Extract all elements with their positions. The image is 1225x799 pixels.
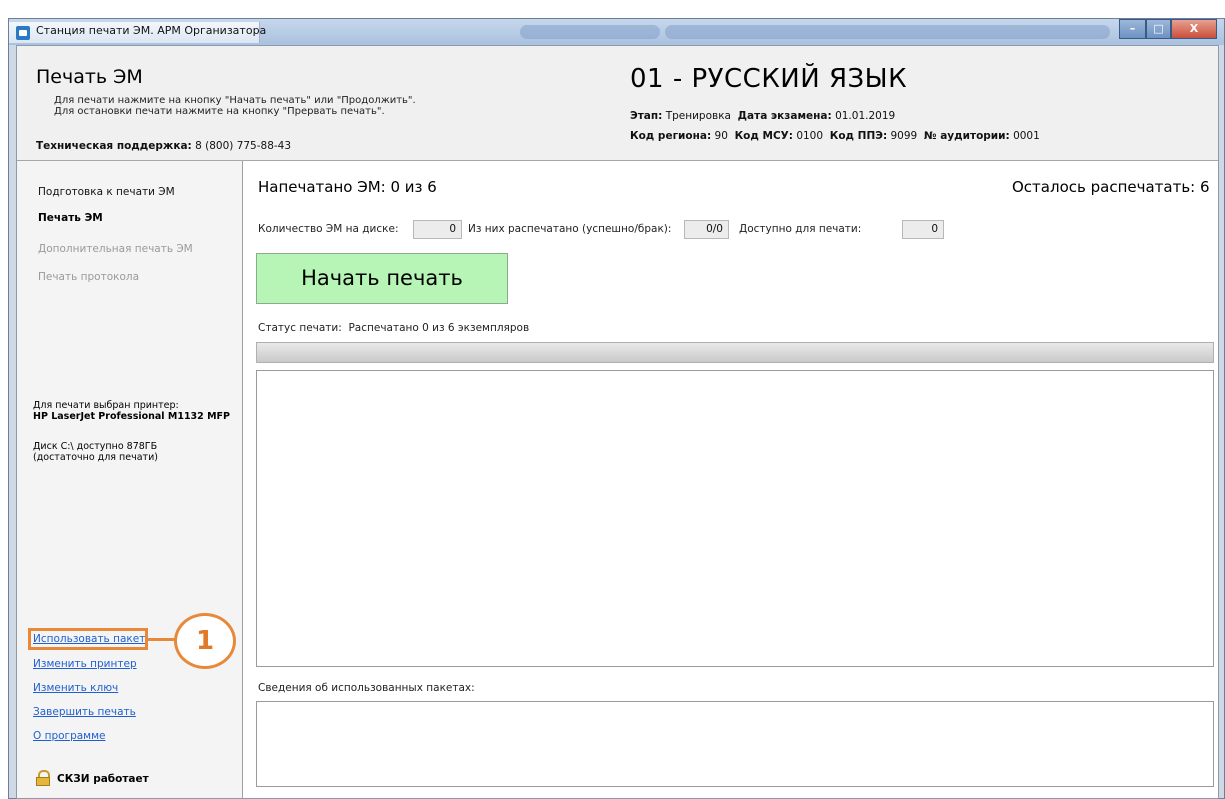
hint-stop: Для остановки печати нажмите на кнопку "… (54, 106, 385, 117)
change-key-link[interactable]: Изменить ключ (33, 682, 118, 694)
ppe-value: 9099 (890, 130, 918, 142)
nav-prepare-print[interactable]: Подготовка к печати ЭМ (38, 186, 175, 198)
callout-number-badge: 1 (174, 613, 236, 669)
subject-title: 01 - РУССКИЙ ЯЗЫК (630, 64, 908, 94)
about-link[interactable]: О программе (33, 730, 105, 742)
printed-count: Напечатано ЭМ: 0 из 6 (258, 178, 437, 196)
callout-highlight (28, 628, 148, 650)
exam-meta-row2: Код региона: 90 Код МСУ: 0100 Код ППЭ: 9… (630, 130, 1040, 142)
status-caption: Статус печати: (258, 322, 342, 334)
support-label: Техническая поддержка: (36, 140, 192, 152)
remaining-count: Осталось распечатать: 6 (1012, 178, 1210, 196)
nav-additional-print: Дополнительная печать ЭМ (38, 243, 193, 255)
printer-caption: Для печати выбран принтер: (33, 400, 179, 411)
window-controls: – □ X (1119, 19, 1219, 39)
blurred-taskbar-item (520, 25, 660, 39)
window-title: Станция печати ЭМ. АРМ Организатора (36, 24, 267, 37)
stage-value: Тренировка (665, 110, 731, 122)
region-value: 90 (714, 130, 728, 142)
blurred-taskbar-item (665, 25, 1110, 39)
print-status-label: Статус печати: Распечатано 0 из 6 экземп… (258, 322, 529, 334)
maximize-button[interactable]: □ (1146, 19, 1171, 39)
ppe-label: Код ППЭ: (829, 130, 888, 142)
minimize-button[interactable]: – (1119, 19, 1146, 39)
disk-count-field: 0 (413, 220, 462, 239)
print-log-area[interactable] (256, 370, 1214, 667)
support-phone: 8 (800) 775-88-43 (195, 140, 292, 152)
msu-value: 0100 (796, 130, 824, 142)
exam-date-label: Дата экзамена: (737, 110, 832, 122)
disk-status: (достаточно для печати) (33, 452, 158, 463)
skzi-status: СКЗИ работает (57, 773, 149, 785)
print-progress-bar (256, 342, 1214, 363)
printer-app-icon (16, 26, 30, 40)
exam-date-value: 01.01.2019 (835, 110, 896, 122)
disk-count-label: Количество ЭМ на диске: (258, 223, 399, 235)
start-print-button[interactable]: Начать печать (256, 253, 508, 304)
sidebar (17, 161, 243, 798)
stage-label: Этап: (630, 110, 663, 122)
available-label: Доступно для печати: (739, 223, 862, 235)
hint-start: Для печати нажмите на кнопку "Начать печ… (54, 95, 416, 106)
exam-meta-row1: Этап: Тренировка Дата экзамена: 01.01.20… (630, 110, 895, 122)
region-label: Код региона: (630, 130, 712, 142)
msu-label: Код МСУ: (734, 130, 793, 142)
change-printer-link[interactable]: Изменить принтер (33, 658, 137, 670)
finish-print-link[interactable]: Завершить печать (33, 706, 136, 718)
printer-name: HP LaserJet Professional M1132 MFP (33, 411, 230, 422)
packages-label: Сведения об использованных пакетах: (258, 682, 475, 694)
room-label: № аудитории: (923, 130, 1010, 142)
lock-icon (36, 770, 50, 786)
callout-connector (148, 638, 175, 641)
status-value: Распечатано 0 из 6 экземпляров (348, 322, 530, 334)
close-button[interactable]: X (1171, 19, 1217, 39)
nav-print-em[interactable]: Печать ЭМ (38, 212, 103, 224)
room-value: 0001 (1013, 130, 1040, 142)
page-title: Печать ЭМ (36, 66, 143, 88)
printed-of-field: 0/0 (684, 220, 729, 239)
available-field: 0 (902, 220, 944, 239)
printed-of-label: Из них распечатано (успешно/брак): (468, 223, 672, 235)
disk-space: Диск C:\ доступно 878ГБ (33, 441, 158, 452)
packages-info-area[interactable] (256, 701, 1214, 787)
support-info: Техническая поддержка: 8 (800) 775-88-43 (36, 140, 291, 152)
nav-print-protocol: Печать протокола (38, 271, 140, 283)
